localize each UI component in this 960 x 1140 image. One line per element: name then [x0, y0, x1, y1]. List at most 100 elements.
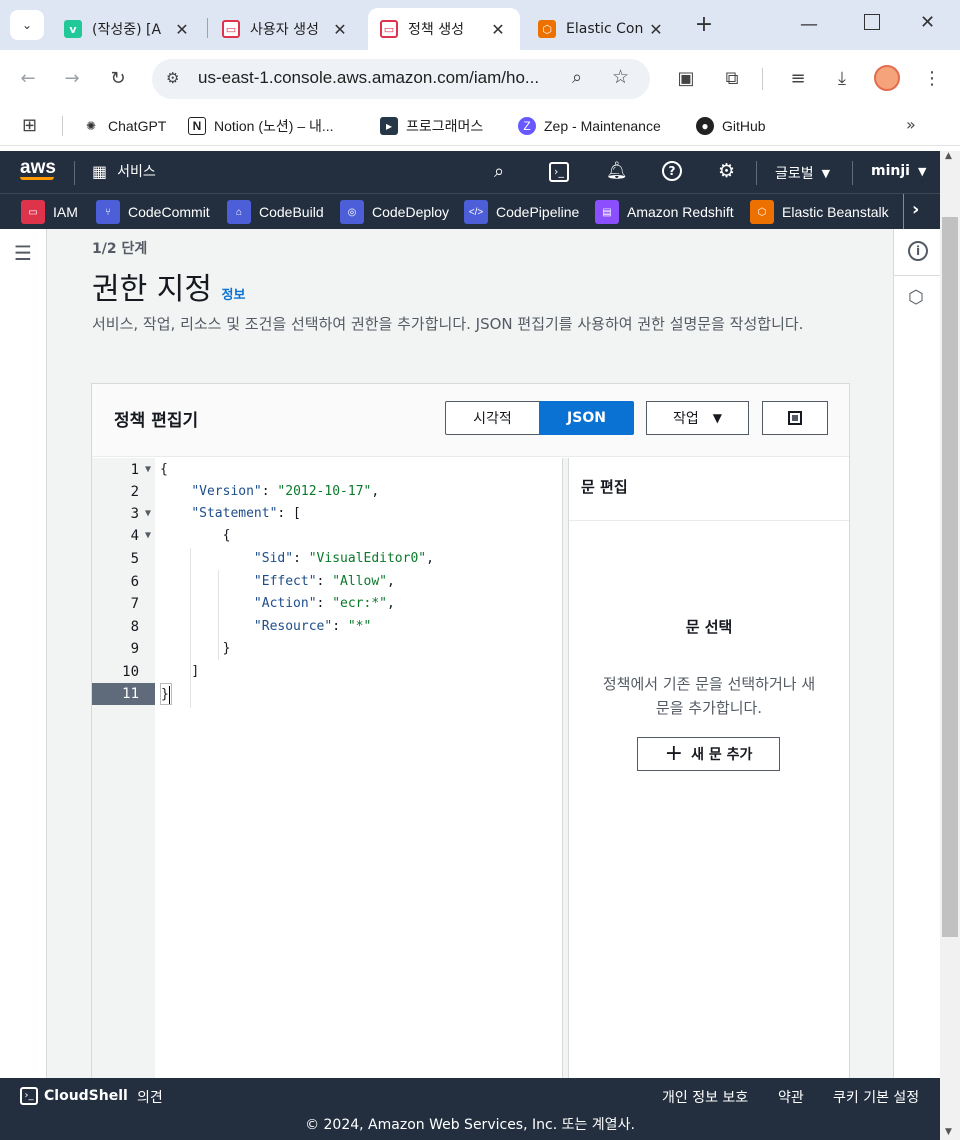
help-icon[interactable]: ?	[662, 161, 682, 181]
reload-icon[interactable]: ↻	[104, 64, 132, 92]
scroll-up-icon[interactable]: ▲	[945, 151, 952, 161]
bookmark-github[interactable]: ● GitHub	[696, 114, 766, 138]
puzzle-icon[interactable]: ⧉	[718, 64, 746, 92]
tab-elastic[interactable]: ⬡ Elastic Con ✕	[526, 8, 678, 50]
aws-logo[interactable]: aws	[20, 157, 56, 180]
codebuild-icon: ⌂	[227, 200, 251, 224]
json-toggle-button[interactable]: JSON	[539, 401, 634, 435]
nav-divider	[74, 161, 75, 185]
cookie-preferences-link[interactable]: 쿠키 기본 설정	[833, 1087, 919, 1107]
visual-toggle-button[interactable]: 시각적	[445, 401, 540, 435]
close-window-icon[interactable]: ✕	[920, 12, 935, 33]
fullscreen-button[interactable]	[762, 401, 828, 435]
close-icon[interactable]: ✕	[488, 20, 508, 39]
services-menu[interactable]: ▦ 서비스	[92, 161, 156, 181]
hamburger-menu-icon[interactable]: ☰	[14, 241, 32, 265]
privacy-link[interactable]: 개인 정보 보호	[662, 1087, 748, 1107]
tab-policy-create[interactable]: ▭ 정책 생성 ✕	[368, 8, 520, 50]
new-tab-icon[interactable]: +	[690, 12, 718, 40]
back-icon[interactable]: ←	[14, 64, 42, 92]
fold-arrow-icon[interactable]: ▼	[145, 525, 151, 547]
bookmark-label: Notion (노션) – 내...	[214, 118, 334, 134]
media-icon[interactable]: ≡	[784, 64, 812, 92]
scroll-down-icon[interactable]: ▼	[945, 1127, 952, 1137]
forward-icon[interactable]: →	[58, 64, 86, 92]
fav-codebuild[interactable]: ⌂ CodeBuild	[227, 199, 324, 225]
hexagon-icon[interactable]: ⬡	[908, 287, 924, 308]
line-number: 6	[130, 574, 139, 590]
page-description: 서비스, 작업, 리소스 및 조건을 선택하여 권한을 추가합니다. JSON …	[92, 315, 804, 333]
cloudshell-icon[interactable]: ›_	[549, 162, 569, 182]
bookmark-zep[interactable]: Z Zep - Maintenance	[518, 114, 661, 138]
json-code-editor[interactable]: 1 ▼ 2 3 ▼ 4 ▼ 5 6 7 8 9 10 11 { "Version": …	[92, 458, 562, 1084]
download-icon[interactable]: ⤓	[828, 64, 856, 92]
bookmark-star-icon[interactable]: ☆	[612, 66, 629, 88]
code-line-current: }	[160, 683, 173, 705]
code-line: "Action": "ecr:*",	[253, 596, 395, 611]
close-icon[interactable]: ✕	[172, 20, 192, 39]
bookmark-label: GitHub	[722, 118, 766, 134]
wizard-step: 1/2 단계	[92, 241, 148, 257]
chevron-right-icon[interactable]: ›	[912, 199, 919, 220]
fav-codepipeline[interactable]: </> CodePipeline	[464, 199, 579, 225]
fold-arrow-icon[interactable]: ▼	[145, 503, 151, 525]
page-scrollbar[interactable]: ▲ ▼	[940, 151, 960, 1140]
fav-label: Elastic Beanstalk	[782, 204, 889, 220]
fav-iam[interactable]: ▭ IAM	[21, 199, 78, 225]
profile-avatar[interactable]	[874, 65, 900, 91]
region-selector[interactable]: 글로벌 ▼	[775, 163, 830, 183]
fav-codecommit[interactable]: ⑂ CodeCommit	[96, 199, 210, 225]
terms-link[interactable]: 약관	[778, 1087, 804, 1107]
grid-icon: ▦	[92, 161, 108, 181]
bell-icon[interactable]: 🔔︎	[606, 161, 628, 181]
tab-search-icon[interactable]: ⌄	[10, 10, 44, 40]
empty-state-line: 문을 추가합니다.	[655, 699, 763, 717]
info-link[interactable]: 정보	[221, 288, 245, 303]
services-label: 서비스	[117, 164, 156, 180]
redshift-icon: ▤	[595, 200, 619, 224]
settings-gear-icon[interactable]: ⚙	[718, 160, 735, 182]
caret-down-icon: ▼	[821, 166, 831, 180]
address-bar[interactable]: ⚙ us-east-1.console.aws.amazon.com/iam/h…	[152, 59, 650, 99]
fav-codedeploy[interactable]: ◎ CodeDeploy	[340, 199, 449, 225]
empty-state-title: 문 선택	[685, 618, 733, 636]
split-pane-divider[interactable]	[562, 458, 569, 1084]
bookmark-chatgpt[interactable]: ✺ ChatGPT	[82, 114, 166, 138]
tab-user-create[interactable]: ▭ 사용자 생성 ✕	[210, 8, 362, 50]
region-label: 글로벌	[775, 166, 814, 182]
fav-elastic-beanstalk[interactable]: ⬡ Elastic Beanstalk	[750, 199, 889, 225]
site-info-icon[interactable]: ⚙	[166, 69, 179, 87]
add-new-statement-button[interactable]: + 새 문 추가	[637, 737, 780, 771]
aws-top-nav: aws ▦ 서비스 ⌕ ›_ 🔔︎ ? ⚙ 글로벌 ▼ minji ▼	[0, 151, 940, 193]
more-bookmarks-icon[interactable]: »	[906, 115, 916, 134]
info-circle-icon[interactable]: i	[908, 241, 928, 261]
copyright-text: © 2024, Amazon Web Services, Inc. 또는 계열사…	[305, 1117, 635, 1133]
apps-grid-icon[interactable]: ⊞	[22, 115, 37, 136]
account-menu[interactable]: minji ▼	[871, 163, 926, 179]
minimize-icon[interactable]: —	[800, 14, 818, 35]
fold-arrow-icon[interactable]: ▼	[145, 459, 151, 481]
statement-panel-divider	[569, 520, 849, 521]
zoom-icon[interactable]: ⌕	[572, 67, 582, 88]
bookmark-programmers[interactable]: ▸ 프로그래머스	[380, 114, 483, 138]
url-text[interactable]: us-east-1.console.aws.amazon.com/iam/ho.…	[198, 68, 539, 88]
tab-velog[interactable]: v (작성중) [A ✕	[52, 8, 204, 50]
extension-icon[interactable]: ▣	[672, 64, 700, 92]
bookmarks-bar: ⊞ ✺ ChatGPT N Notion (노션) – 내... ▸ 프로그래머…	[0, 106, 960, 146]
search-icon[interactable]: ⌕	[494, 161, 504, 182]
actions-dropdown[interactable]: 작업 ▼	[646, 401, 749, 435]
feedback-link[interactable]: 의견	[137, 1087, 163, 1107]
text-cursor	[168, 685, 171, 704]
scrollbar-thumb[interactable]	[942, 217, 958, 937]
bookmark-notion[interactable]: N Notion (노션) – 내...	[188, 114, 334, 138]
cloudshell-label: CloudShell	[44, 1088, 128, 1104]
maximize-icon[interactable]	[864, 14, 880, 30]
cloudshell-link[interactable]: ›_ CloudShell	[20, 1087, 128, 1105]
close-icon[interactable]: ✕	[330, 20, 350, 39]
fav-redshift[interactable]: ▤ Amazon Redshift	[595, 199, 734, 225]
close-icon[interactable]: ✕	[646, 20, 666, 39]
left-rail: ☰	[0, 229, 47, 1078]
more-menu-icon[interactable]: ⋮	[918, 64, 946, 92]
code-line: }	[222, 641, 231, 656]
statement-panel-title: 문 편집	[581, 478, 628, 496]
